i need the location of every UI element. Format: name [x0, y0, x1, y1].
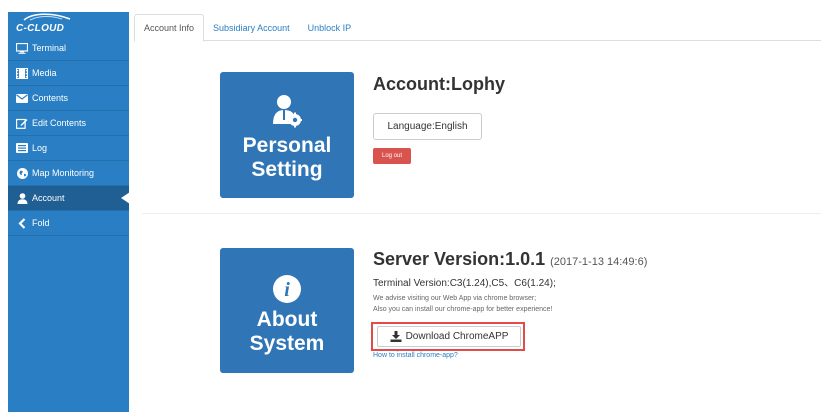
sidebar-item-edit-contents[interactable]: Edit Contents	[8, 111, 129, 136]
server-version: Server Version:1.0.1 (2017-1-13 14:49:6)	[373, 249, 647, 270]
sidebar-item-log[interactable]: Log	[8, 136, 129, 161]
account-title: Account:Lophy	[373, 74, 505, 94]
download-icon	[390, 331, 402, 342]
sidebar: C-CLOUD Terminal Media Contents Edit Con…	[8, 12, 130, 412]
download-chromeapp-button[interactable]: Download ChromeAPP	[377, 326, 521, 347]
logout-button[interactable]: Log out	[373, 148, 411, 164]
sidebar-item-account[interactable]: Account	[8, 186, 130, 211]
server-version-text: Server Version:1.0.1	[373, 249, 546, 269]
tile-title-line1: Personal	[242, 134, 332, 157]
about-system-tile: i About System	[220, 248, 354, 373]
envelope-icon	[16, 92, 28, 104]
howto-install-link[interactable]: How to install chrome-app?	[373, 352, 458, 359]
sidebar-item-label: Account	[32, 193, 65, 203]
tab-bar: Account Info Subsidiary Account Unblock …	[134, 14, 821, 42]
info-icon: i	[220, 248, 354, 308]
sidebar-item-media[interactable]: Media	[8, 61, 129, 86]
sidebar-item-label: Contents	[32, 93, 69, 103]
sidebar-item-map-monitoring[interactable]: Map Monitoring	[8, 161, 129, 186]
tile-title-line2: Setting	[251, 158, 323, 181]
cloud-logo-icon	[23, 13, 71, 21]
edit-icon	[16, 117, 28, 129]
download-button-label: Download ChromeAPP	[405, 331, 509, 342]
sidebar-item-contents[interactable]: Contents	[8, 86, 129, 111]
language-button[interactable]: Language:English	[373, 113, 482, 140]
section-divider	[142, 213, 821, 214]
logo-text: C-CLOUD	[16, 22, 65, 34]
sidebar-item-fold[interactable]: Fold	[8, 211, 129, 236]
sidebar-item-label: Fold	[32, 218, 50, 228]
advise-text: We advise visiting our Web App via chrom…	[373, 293, 552, 315]
tile-title-line1: About	[256, 308, 318, 331]
sidebar-item-label: Map Monitoring	[32, 168, 95, 178]
chevron-left-icon	[16, 217, 28, 229]
terminal-version: Terminal Version:C3(1.24),C5、C6(1.24);	[373, 278, 556, 289]
advise-line1: We advise visiting our Web App via chrom…	[373, 295, 537, 302]
globe-icon	[16, 167, 28, 179]
sidebar-item-terminal[interactable]: Terminal	[8, 36, 129, 61]
user-icon	[16, 192, 28, 204]
advise-line2: Also you can install our chrome-app for …	[373, 306, 553, 313]
server-date: (2017-1-13 14:49:6)	[550, 256, 648, 268]
sidebar-item-label: Terminal	[32, 43, 67, 53]
monitor-icon	[16, 42, 28, 54]
tab-account-info[interactable]: Account Info	[134, 14, 205, 42]
svg-text:i: i	[284, 279, 290, 301]
logo[interactable]: C-CLOUD	[8, 12, 129, 36]
personal-setting-tile: Personal Setting	[220, 72, 354, 198]
tile-title-line2: System	[249, 332, 325, 355]
film-icon	[16, 67, 28, 79]
list-icon	[16, 142, 28, 154]
sidebar-item-label: Edit Contents	[32, 118, 87, 128]
sidebar-item-label: Log	[32, 143, 48, 153]
user-settings-icon	[220, 72, 354, 134]
tab-subsidiary-account[interactable]: Subsidiary Account	[204, 14, 299, 41]
sidebar-item-label: Media	[32, 68, 57, 78]
tab-unblock-ip[interactable]: Unblock IP	[299, 14, 361, 41]
